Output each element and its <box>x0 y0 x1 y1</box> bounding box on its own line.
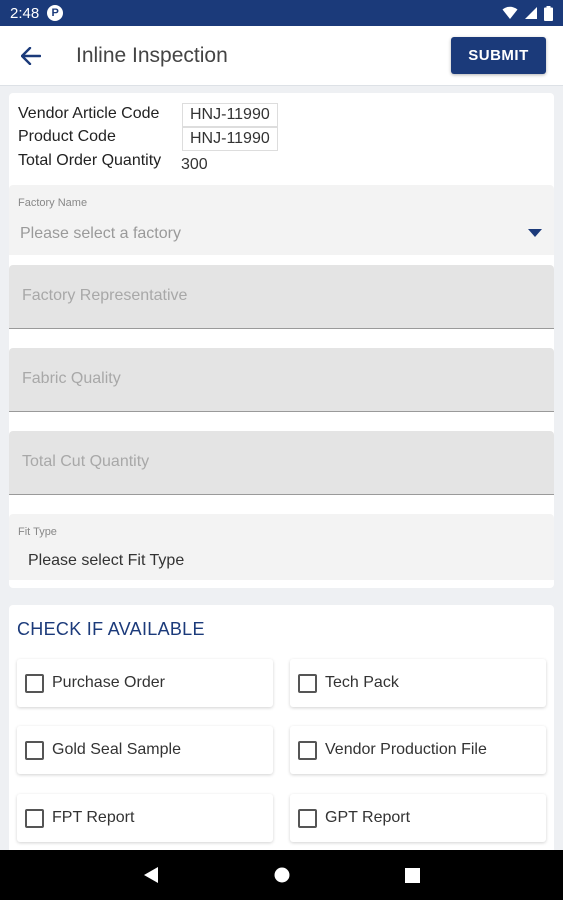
nav-back-button[interactable] <box>131 855 171 895</box>
app-bar: Inline Inspection SUBMIT <box>0 26 563 86</box>
circle-home-icon <box>274 867 289 883</box>
checkbox-label: Vendor Production File <box>325 741 487 758</box>
triangle-back-icon <box>143 867 158 883</box>
availability-checklist-card: CHECK IF AVAILABLE Purchase Order Tech P… <box>9 605 554 855</box>
product-code-value: HNJ-11990 <box>182 127 278 151</box>
total-cut-quantity-field[interactable]: Total Cut Quantity <box>9 431 554 495</box>
total-cut-quantity-placeholder: Total Cut Quantity <box>22 453 150 470</box>
total-order-quantity-value: 300 <box>181 156 208 173</box>
factory-name-label: Factory Name <box>18 197 88 209</box>
status-bar: 2:48 P <box>0 0 563 26</box>
status-time: 2:48 <box>10 4 40 22</box>
product-code-label: Product Code <box>18 128 116 145</box>
notification-icon: P <box>47 5 64 21</box>
checkbox-vendor-production-file[interactable]: Vendor Production File <box>290 726 546 774</box>
inspection-form-card: Vendor Article Code HNJ-11990 Product Co… <box>9 93 554 588</box>
arrow-left-icon <box>21 46 41 65</box>
back-button[interactable] <box>16 41 46 71</box>
page-title: Inline Inspection <box>76 43 228 67</box>
checkbox-square-icon[interactable] <box>298 740 317 760</box>
checkbox-purchase-order[interactable]: Purchase Order <box>17 659 273 707</box>
section-title: CHECK IF AVAILABLE <box>17 619 205 639</box>
factory-name-dropdown[interactable]: Factory Name Please select a factory <box>9 185 554 255</box>
checkbox-square-icon[interactable] <box>25 673 44 693</box>
checkbox-gold-seal-sample[interactable]: Gold Seal Sample <box>17 726 273 774</box>
signal-icon <box>525 7 537 19</box>
fit-type-label: Fit Type <box>18 526 57 538</box>
caret-down-icon <box>528 229 542 237</box>
checkbox-label: Purchase Order <box>52 674 165 691</box>
checkbox-gpt-report[interactable]: GPT Report <box>290 794 546 842</box>
checkbox-square-icon[interactable] <box>25 740 44 760</box>
fabric-quality-placeholder: Fabric Quality <box>22 370 121 387</box>
vendor-article-code-label: Vendor Article Code <box>18 105 160 122</box>
checkbox-label: FPT Report <box>52 809 135 826</box>
factory-representative-placeholder: Factory Representative <box>22 287 188 304</box>
submit-button[interactable]: SUBMIT <box>451 37 546 74</box>
fit-type-value: Please select Fit Type <box>28 552 185 569</box>
system-nav-bar <box>0 850 563 900</box>
total-order-quantity-label: Total Order Quantity <box>18 152 162 169</box>
checkbox-label: Gold Seal Sample <box>52 741 181 758</box>
checkbox-square-icon[interactable] <box>298 808 317 828</box>
checkbox-square-icon[interactable] <box>298 673 317 693</box>
factory-name-placeholder: Please select a factory <box>20 225 181 242</box>
checkbox-square-icon[interactable] <box>25 808 44 828</box>
nav-home-button[interactable] <box>262 855 302 895</box>
vendor-article-code-value: HNJ-11990 <box>182 103 278 127</box>
square-recents-icon <box>405 867 420 883</box>
nav-recents-button[interactable] <box>393 855 433 895</box>
wifi-icon <box>502 6 518 19</box>
status-icons <box>502 5 553 21</box>
fabric-quality-field[interactable]: Fabric Quality <box>9 348 554 412</box>
factory-representative-field[interactable]: Factory Representative <box>9 265 554 329</box>
battery-icon <box>544 5 553 21</box>
checkbox-fpt-report[interactable]: FPT Report <box>17 794 273 842</box>
fit-type-dropdown[interactable]: Fit Type Please select Fit Type <box>9 514 554 580</box>
checkbox-label: GPT Report <box>325 809 411 826</box>
checkbox-label: Tech Pack <box>325 674 399 691</box>
checkbox-tech-pack[interactable]: Tech Pack <box>290 659 546 707</box>
